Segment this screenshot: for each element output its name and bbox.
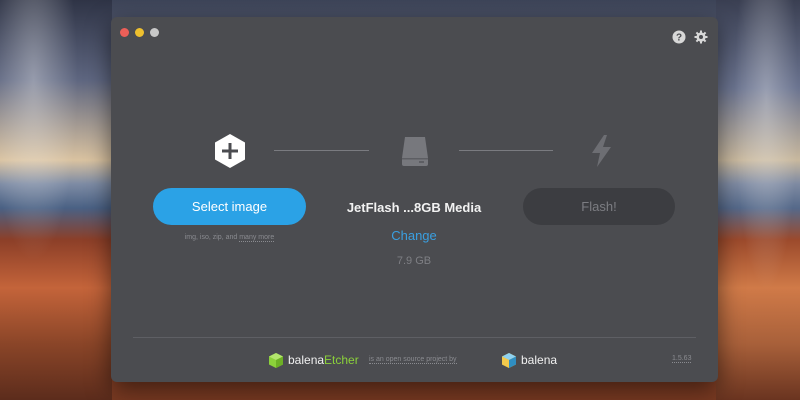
- image-format-hint-text: img, iso, zip, and: [184, 234, 240, 241]
- balena-logo[interactable]: balena: [501, 351, 557, 369]
- gear-icon[interactable]: [694, 30, 708, 44]
- step-connector-2: [459, 150, 553, 151]
- desktop-wallpaper-left: [0, 0, 112, 400]
- window-minimize-button[interactable]: [135, 28, 144, 37]
- brand-etcher-text: Etcher: [324, 353, 359, 367]
- etcher-window: ? Select image img, iso, zip, and many m…: [111, 17, 718, 382]
- brand-balena-text: balena: [288, 353, 325, 367]
- select-image-button[interactable]: Select image: [153, 188, 306, 225]
- svg-text:?: ?: [676, 33, 682, 44]
- version-label[interactable]: 1.5.63: [672, 355, 692, 363]
- footer-divider: [133, 337, 696, 338]
- lightning-bolt-icon: [592, 135, 611, 167]
- window-close-button[interactable]: [120, 28, 129, 37]
- flash-button[interactable]: Flash!: [523, 188, 675, 225]
- many-more-link[interactable]: many more: [239, 234, 275, 242]
- desktop-wallpaper-right: [716, 0, 800, 400]
- selected-drive-name: JetFlash ...8GB Media: [346, 200, 482, 215]
- footer-tagline: is an open source project by: [369, 351, 457, 369]
- etcher-cube-icon: [269, 352, 283, 368]
- change-drive-link[interactable]: Change: [384, 228, 444, 243]
- etcher-logo[interactable]: balenaEtcher: [268, 351, 359, 369]
- drive-size-label: 7.9 GB: [396, 255, 432, 267]
- help-circle-icon[interactable]: ?: [672, 30, 686, 44]
- drive-icon: [402, 137, 428, 166]
- window-maximize-button[interactable]: [150, 28, 159, 37]
- image-format-hint: img, iso, zip, and many more: [153, 234, 306, 242]
- step-connector-1: [274, 150, 369, 151]
- balena-cube-icon: [502, 352, 516, 368]
- plus-hexagon-icon: [215, 134, 245, 168]
- footer-tagline-text[interactable]: is an open source project by: [369, 356, 457, 364]
- balena-company-text: balena: [521, 353, 558, 367]
